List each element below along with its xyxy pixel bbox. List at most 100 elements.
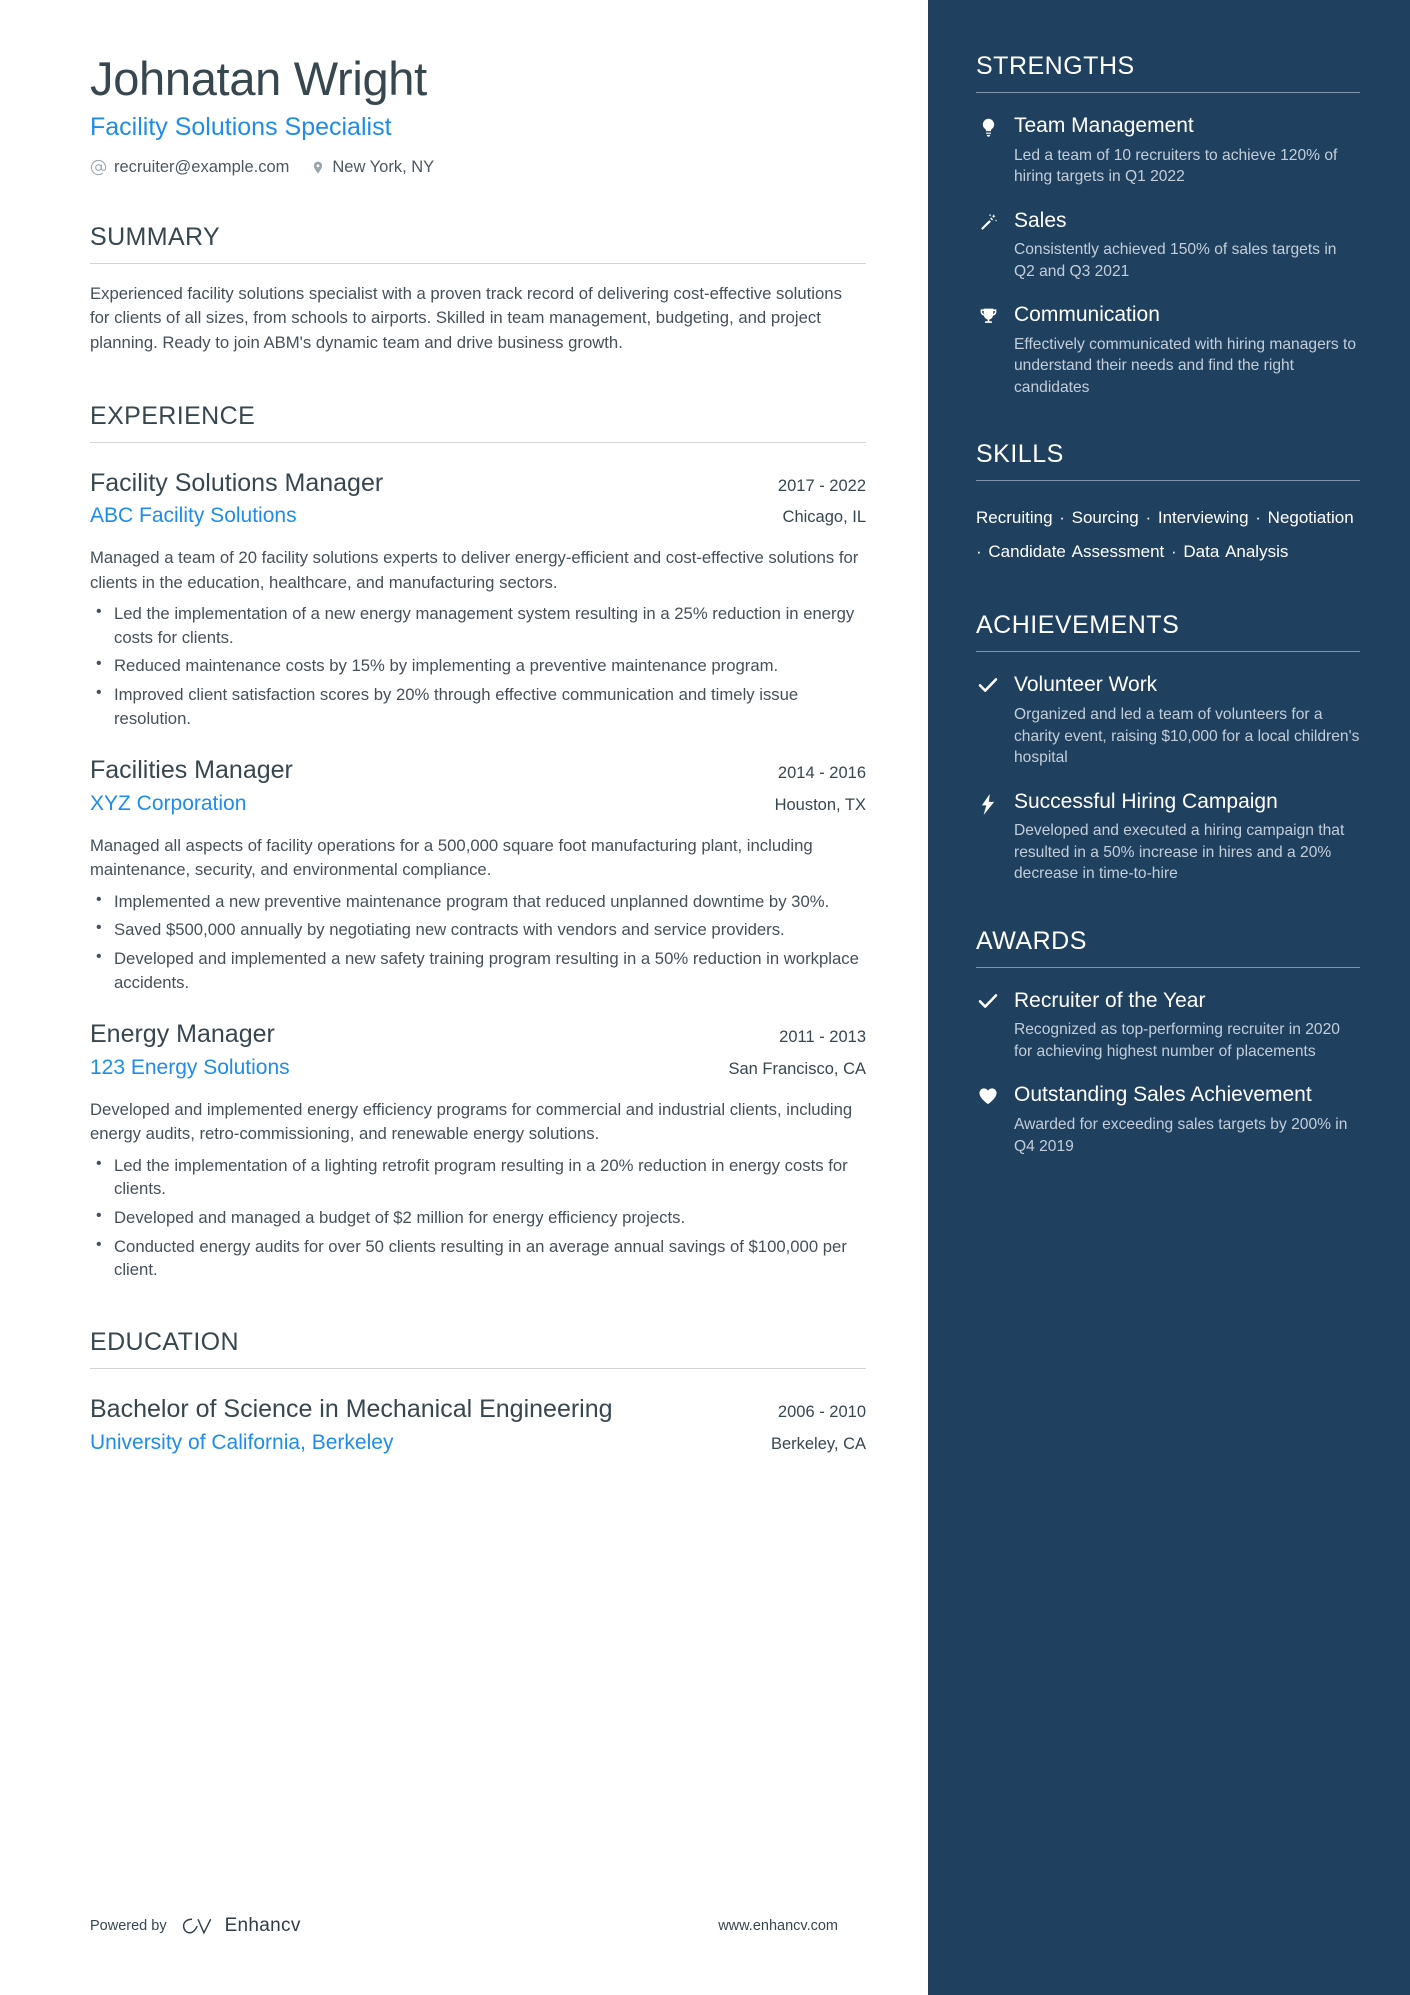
page-title: Johnatan Wright	[90, 52, 427, 105]
achievement-title: Successful Hiring Campaign	[1014, 789, 1278, 813]
experience-location: San Francisco, CA	[728, 1059, 866, 1078]
award-title: Recruiter of the Year	[1014, 988, 1206, 1012]
enhancv-brand: Enhancv	[181, 1915, 301, 1937]
award-item: Recruiter of the Year Recognized as top-…	[976, 988, 1360, 1063]
experience-dates: 2014 - 2016	[777, 764, 866, 783]
contact-email[interactable]: recruiter@example.com	[90, 158, 289, 177]
experience-title: Energy Manager	[90, 1020, 275, 1049]
experience-section: EXPERIENCE Facility Solutions Manager 20…	[90, 402, 866, 1282]
achievement-desc: Organized and led a team of volunteers f…	[1014, 706, 1360, 767]
contact-email-text: recruiter@example.com	[114, 157, 290, 176]
powered-by-label: Powered by	[90, 1918, 167, 1934]
resume-page: Johnatan Wright Facility Solutions Speci…	[0, 0, 1410, 1995]
lightning-bolt-icon	[976, 789, 1000, 885]
divider	[90, 1368, 866, 1370]
divider	[90, 441, 866, 443]
strength-desc: Consistently achieved 150% of sales targ…	[1014, 241, 1337, 280]
experience-title: Facilities Manager	[90, 756, 293, 785]
experience-entry: Facilities Manager 2014 - 2016 XYZ Corpo…	[90, 756, 866, 994]
divider	[976, 966, 1360, 968]
experience-entry: Energy Manager 2011 - 2013 123 Energy So…	[90, 1020, 866, 1282]
map-pin-icon	[311, 159, 325, 176]
achievement-item: Volunteer Work Organized and led a team …	[976, 672, 1360, 768]
strength-desc: Led a team of 10 recruiters to achieve 1…	[1014, 146, 1338, 186]
achievement-title: Volunteer Work	[1014, 673, 1158, 697]
footer: Powered by Enhancv www.enhancv.com	[90, 1915, 838, 1937]
experience-bullets: Led the implementation of a new energy m…	[90, 601, 866, 731]
trophy-icon	[976, 302, 1000, 398]
experience-dates: 2011 - 2013	[779, 1028, 866, 1047]
strength-item: Communication Effectively communicated w…	[976, 302, 1360, 398]
experience-heading: EXPERIENCE	[90, 401, 256, 430]
summary-text: Experienced facility solutions specialis…	[90, 283, 842, 353]
education-entry: Bachelor of Science in Mechanical Engine…	[90, 1395, 866, 1456]
education-degree: Bachelor of Science in Mechanical Engine…	[90, 1395, 613, 1424]
list-item: Improved client satisfaction scores by 2…	[90, 682, 866, 730]
education-school[interactable]: University of California, Berkeley	[90, 1430, 393, 1456]
footer-branding: Powered by Enhancv	[90, 1915, 301, 1937]
experience-location: Houston, TX	[774, 795, 866, 814]
strength-title: Sales	[1014, 208, 1067, 232]
skills-list: Recruiting · Sourcing · Interviewing · N…	[976, 508, 1354, 562]
award-desc: Recognized as top-performing recruiter i…	[1014, 1021, 1340, 1060]
list-item: Saved $500,000 annually by negotiating n…	[90, 917, 866, 942]
heart-icon	[976, 1082, 1000, 1157]
divider	[976, 480, 1360, 482]
list-item: Developed and implemented a new safety t…	[90, 946, 866, 994]
sidebar: STRENGTHS Team Management Led a team of …	[928, 0, 1410, 1995]
experience-company[interactable]: ABC Facility Solutions	[90, 503, 297, 529]
achievement-item: Successful Hiring Campaign Developed and…	[976, 789, 1360, 885]
strengths-heading: STRENGTHS	[976, 52, 1135, 80]
list-item: Reduced maintenance costs by 15% by impl…	[90, 653, 866, 678]
lightbulb-icon	[976, 113, 1000, 188]
experience-description: Managed all aspects of facility operatio…	[90, 836, 813, 880]
experience-company[interactable]: 123 Energy Solutions	[90, 1055, 290, 1081]
strength-title: Communication	[1014, 303, 1160, 327]
list-item: Developed and managed a budget of $2 mil…	[90, 1205, 866, 1230]
enhancv-wordmark: Enhancv	[224, 1915, 301, 1936]
enhancv-logo-icon	[181, 1915, 215, 1937]
contact-location: New York, NY	[311, 158, 434, 177]
list-item: Conducted energy audits for over 50 clie…	[90, 1234, 866, 1282]
award-title: Outstanding Sales Achievement	[1014, 1083, 1312, 1107]
experience-company[interactable]: XYZ Corporation	[90, 791, 246, 817]
summary-section: SUMMARY Experienced facility solutions s…	[90, 223, 866, 356]
education-section: EDUCATION Bachelor of Science in Mechani…	[90, 1328, 866, 1456]
awards-section: AWARDS Recruiter of the Year Recognized …	[976, 927, 1360, 1157]
strength-item: Team Management Led a team of 10 recruit…	[976, 113, 1360, 188]
achievements-section: ACHIEVEMENTS Volunteer Work Organized an…	[976, 611, 1360, 884]
award-desc: Awarded for exceeding sales targets by 2…	[1014, 1116, 1348, 1155]
contact-location-text: New York, NY	[332, 157, 435, 176]
list-item: Implemented a new preventive maintenance…	[90, 889, 866, 914]
experience-bullets: Implemented a new preventive maintenance…	[90, 889, 866, 995]
footer-website[interactable]: www.enhancv.com	[718, 1918, 838, 1934]
education-dates: 2006 - 2010	[777, 1403, 866, 1422]
experience-title: Facility Solutions Manager	[90, 468, 384, 497]
contact-row: recruiter@example.com New York, NY	[90, 158, 866, 177]
magic-wand-icon	[976, 208, 1000, 283]
header-job-title: Facility Solutions Specialist	[90, 112, 392, 141]
header-block: Johnatan Wright Facility Solutions Speci…	[90, 52, 866, 177]
education-heading: EDUCATION	[90, 1328, 239, 1357]
divider	[90, 262, 866, 264]
experience-description: Developed and implemented energy efficie…	[90, 1100, 853, 1144]
achievement-desc: Developed and executed a hiring campaign…	[1014, 822, 1345, 883]
experience-dates: 2017 - 2022	[777, 476, 866, 495]
education-location: Berkeley, CA	[770, 1434, 866, 1453]
skills-heading: SKILLS	[976, 440, 1064, 469]
at-icon	[90, 159, 107, 176]
divider	[976, 651, 1360, 653]
experience-description: Managed a team of 20 facility solutions …	[90, 548, 859, 592]
experience-entry: Facility Solutions Manager 2017 - 2022 A…	[90, 469, 866, 731]
experience-bullets: Led the implementation of a lighting ret…	[90, 1153, 866, 1283]
award-item: Outstanding Sales Achievement Awarded fo…	[976, 1082, 1360, 1157]
achievements-heading: ACHIEVEMENTS	[976, 611, 1180, 640]
list-item: Led the implementation of a new energy m…	[90, 601, 866, 649]
experience-location: Chicago, IL	[782, 508, 866, 527]
summary-heading: SUMMARY	[90, 222, 221, 251]
strength-desc: Effectively communicated with hiring man…	[1014, 335, 1357, 396]
strength-title: Team Management	[1014, 114, 1194, 137]
strength-item: Sales Consistently achieved 150% of sale…	[976, 208, 1360, 283]
list-item: Led the implementation of a lighting ret…	[90, 1153, 866, 1201]
main-column: Johnatan Wright Facility Solutions Speci…	[0, 0, 928, 1995]
